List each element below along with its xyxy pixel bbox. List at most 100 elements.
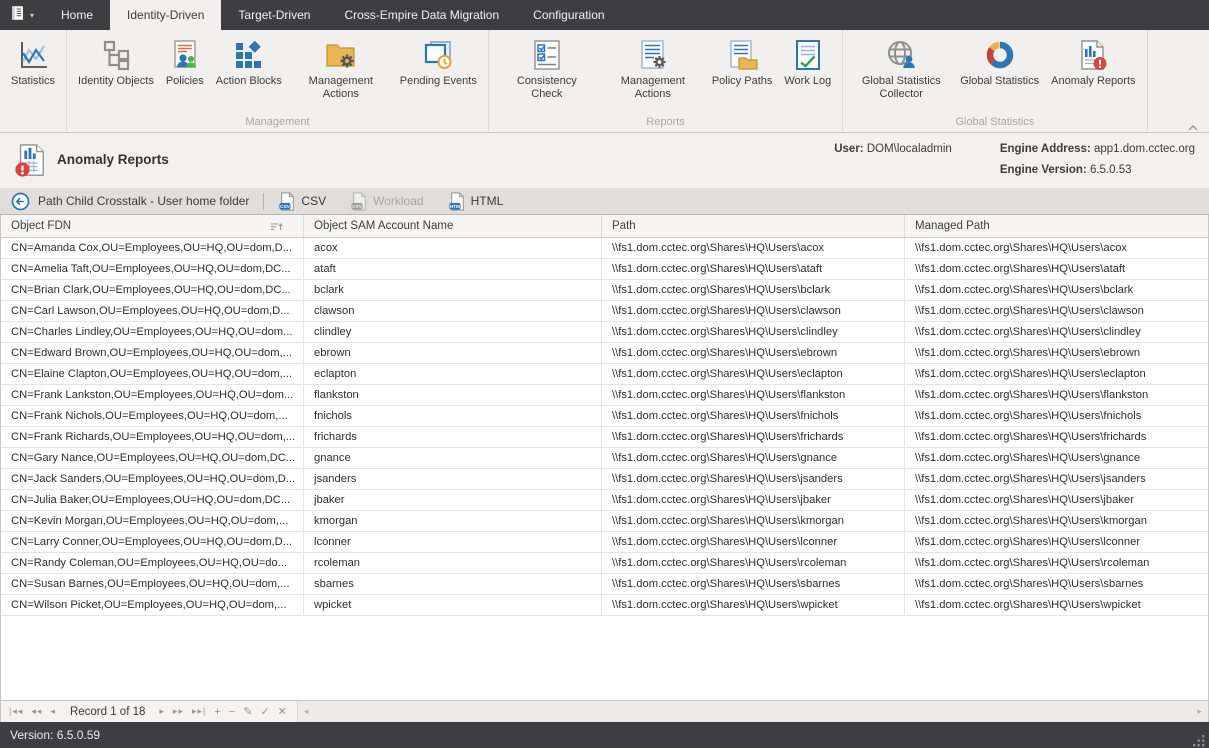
policy-paths-button[interactable]: Policy Paths [706, 34, 779, 90]
cell-managed-path: \\fs1.dom.cctec.org\Shares\HQ\Users\ebro… [905, 343, 1208, 363]
column-header-path[interactable]: Path [602, 215, 905, 237]
csv-export-button[interactable]: CSVCSV [278, 192, 326, 211]
collapse-ribbon-icon[interactable] [1187, 119, 1199, 127]
tab-home[interactable]: Home [44, 0, 110, 30]
html-export-button[interactable]: HTMHTML [448, 192, 504, 211]
cell-path: \\fs1.dom.cctec.org\Shares\HQ\Users\jsan… [602, 469, 905, 489]
column-header-label: Managed Path [915, 220, 990, 232]
svg-text:CSV: CSV [352, 203, 363, 209]
report-name-label: Path Child Crosstalk - User home folder [38, 194, 249, 208]
ribbon-item-label: Consistency Check [500, 75, 594, 101]
statistics-button[interactable]: Statistics [5, 34, 61, 90]
cell-object-fdn: CN=Charles Lindley,OU=Employees,OU=HQ,OU… [1, 322, 304, 342]
ribbon-group-reports: Consistency CheckManagement ActionsPolic… [489, 30, 843, 132]
table-row[interactable]: CN=Gary Nance,OU=Employees,OU=HQ,OU=dom,… [1, 448, 1208, 469]
table-row[interactable]: CN=Edward Brown,OU=Employees,OU=HQ,OU=do… [1, 343, 1208, 364]
back-button[interactable] [11, 192, 30, 211]
document-folder-icon [726, 39, 758, 71]
work-log-button[interactable]: Work Log [778, 34, 837, 90]
table-row[interactable]: CN=Amelia Taft,OU=Employees,OU=HQ,OU=dom… [1, 259, 1208, 280]
cell-managed-path: \\fs1.dom.cctec.org\Shares\HQ\Users\wpic… [905, 595, 1208, 615]
table-row[interactable]: CN=Charles Lindley,OU=Employees,OU=HQ,OU… [1, 322, 1208, 343]
nav-last-record-icon[interactable]: ▸▸| [188, 706, 210, 717]
cell-path: \\fs1.dom.cctec.org\Shares\HQ\Users\flan… [602, 385, 905, 405]
engine-info-panel: User: DOM\localadmin Engine Address: app… [834, 133, 1209, 176]
global-statistics-collector-button[interactable]: Global Statistics Collector [848, 34, 954, 103]
svg-text:HTM: HTM [450, 203, 460, 208]
scroll-right-icon[interactable]: ▸ [1191, 706, 1208, 717]
nav-cancel-icon[interactable]: ✕ [274, 705, 291, 718]
nav-prev-record-icon[interactable]: ◂ [46, 706, 60, 717]
cell-path: \\fs1.dom.cctec.org\Shares\HQ\Users\rcol… [602, 553, 905, 573]
cell-managed-path: \\fs1.dom.cctec.org\Shares\HQ\Users\flan… [905, 385, 1208, 405]
table-row[interactable]: CN=Frank Nichols,OU=Employees,OU=HQ,OU=d… [1, 406, 1208, 427]
ribbon-item-label: Action Blocks [216, 75, 282, 88]
cell-object-fdn: CN=Brian Clark,OU=Employees,OU=HQ,OU=dom… [1, 280, 304, 300]
document-gear-icon [637, 39, 669, 71]
cell-object-sam-account-name: kmorgan [304, 511, 602, 531]
column-header-object-fdn[interactable]: Object FDN [1, 215, 304, 237]
pending-events-button[interactable]: Pending Events [394, 34, 483, 90]
cell-object-fdn: CN=Randy Coleman,OU=Employees,OU=HQ,OU=d… [1, 553, 304, 573]
table-row[interactable]: CN=Amanda Cox,OU=Employees,OU=HQ,OU=dom,… [1, 238, 1208, 259]
table-row[interactable]: CN=Brian Clark,OU=Employees,OU=HQ,OU=dom… [1, 280, 1208, 301]
cell-path: \\fs1.dom.cctec.org\Shares\HQ\Users\claw… [602, 301, 905, 321]
resize-grip-icon[interactable] [1192, 734, 1206, 748]
policies-button[interactable]: Policies [160, 34, 210, 90]
tab-cross-empire-data-migration[interactable]: Cross-Empire Data Migration [327, 0, 516, 30]
nav-edit-icon[interactable]: ✎ [239, 705, 256, 718]
cell-object-sam-account-name: flankston [304, 385, 602, 405]
ribbon: StatisticsIdentity ObjectsPolicies Action… [0, 30, 1209, 133]
cell-path: \\fs1.dom.cctec.org\Shares\HQ\Users\gnan… [602, 448, 905, 468]
tab-target-driven[interactable]: Target-Driven [221, 0, 327, 30]
app-menu-button[interactable]: ▾ [0, 0, 44, 30]
export-button-label: Workload [373, 194, 423, 208]
table-row[interactable]: CN=Frank Lankston,OU=Employees,OU=HQ,OU=… [1, 385, 1208, 406]
cell-object-fdn: CN=Susan Barnes,OU=Employees,OU=HQ,OU=do… [1, 574, 304, 594]
anomaly-reports-button[interactable]: Anomaly Reports [1045, 34, 1141, 90]
table-row[interactable]: CN=Frank Richards,OU=Employees,OU=HQ,OU=… [1, 427, 1208, 448]
window-clock-icon [422, 39, 454, 71]
nav-post-icon[interactable]: ✓ [256, 705, 273, 718]
cell-object-sam-account-name: clindley [304, 322, 602, 342]
table-row[interactable]: CN=Jack Sanders,OU=Employees,OU=HQ,OU=do… [1, 469, 1208, 490]
cell-path: \\fs1.dom.cctec.org\Shares\HQ\Users\jbak… [602, 490, 905, 510]
nav-next-page-icon[interactable]: ▸▸ [169, 706, 188, 717]
identity-objects-button[interactable]: Identity Objects [72, 34, 160, 90]
horizontal-scrollbar[interactable]: ◂ ▸ [297, 701, 1208, 722]
scroll-left-icon[interactable]: ◂ [298, 706, 315, 717]
table-row[interactable]: CN=Kevin Morgan,OU=Employees,OU=HQ,OU=do… [1, 511, 1208, 532]
table-row[interactable]: CN=Carl Lawson,OU=Employees,OU=HQ,OU=dom… [1, 301, 1208, 322]
version-label: Version: 6.5.0.59 [10, 728, 100, 742]
table-row[interactable]: CN=Randy Coleman,OU=Employees,OU=HQ,OU=d… [1, 553, 1208, 574]
nav-next-record-icon[interactable]: ▸ [155, 706, 169, 717]
tab-configuration[interactable]: Configuration [516, 0, 621, 30]
table-row[interactable]: CN=Julia Baker,OU=Employees,OU=HQ,OU=dom… [1, 490, 1208, 511]
cell-object-fdn: CN=Carl Lawson,OU=Employees,OU=HQ,OU=dom… [1, 301, 304, 321]
tab-identity-driven[interactable]: Identity-Driven [110, 0, 221, 30]
nav-first-record-icon[interactable]: |◂◂ [5, 706, 27, 717]
nav-prev-page-icon[interactable]: ◂◂ [27, 706, 46, 717]
workload-export-button: CSV Workload [350, 192, 423, 211]
action-blocks-button[interactable]: Action Blocks [210, 34, 288, 90]
ribbon-item-label: Work Log [784, 75, 831, 88]
table-row[interactable]: CN=Susan Barnes,OU=Employees,OU=HQ,OU=do… [1, 574, 1208, 595]
table-row[interactable]: CN=Larry Conner,OU=Employees,OU=HQ,OU=do… [1, 532, 1208, 553]
cell-managed-path: \\fs1.dom.cctec.org\Shares\HQ\Users\fnic… [905, 406, 1208, 426]
global-statistics-button[interactable]: Global Statistics [954, 34, 1045, 90]
table-row[interactable]: CN=Elaine Clapton,OU=Employees,OU=HQ,OU=… [1, 364, 1208, 385]
column-header-managed-path[interactable]: Managed Path [905, 215, 1208, 237]
folder-gear-icon [325, 39, 357, 71]
anomaly-report-title-icon [13, 143, 47, 179]
consistency-check-button[interactable]: Consistency Check [494, 34, 600, 103]
cell-object-fdn: CN=Wilson Picket,OU=Employees,OU=HQ,OU=d… [1, 595, 304, 615]
ribbon-item-label: Global Statistics [960, 75, 1039, 88]
ribbon-group-management: Identity ObjectsPolicies Action Blocks Man… [67, 30, 489, 132]
management-actions-button[interactable]: Management Actions [288, 34, 394, 103]
table-row[interactable]: CN=Wilson Picket,OU=Employees,OU=HQ,OU=d… [1, 595, 1208, 616]
cell-object-fdn: CN=Kevin Morgan,OU=Employees,OU=HQ,OU=do… [1, 511, 304, 531]
management-actions-button[interactable]: Management Actions [600, 34, 706, 103]
column-header-object-sam-account-name[interactable]: Object SAM Account Name [304, 215, 602, 237]
nav-append-icon[interactable]: + [210, 706, 224, 718]
nav-delete-icon[interactable]: − [225, 706, 239, 718]
